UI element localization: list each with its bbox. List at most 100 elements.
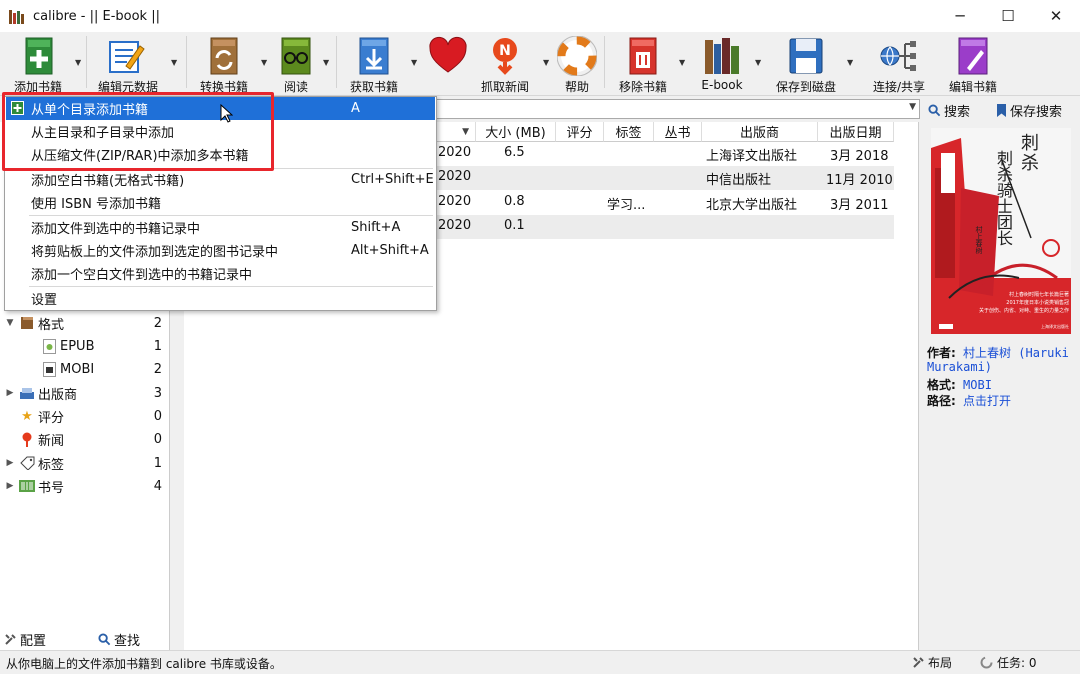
- get-books-icon: [359, 37, 389, 75]
- tag-node-epub[interactable]: EPUB 1: [0, 335, 170, 357]
- menu-item-add-from-subdirs[interactable]: 从主目录和子目录中添加: [6, 120, 435, 143]
- collapsed-caret-icon[interactable]: ▶: [4, 458, 16, 468]
- book-cover-image[interactable]: 刺杀 刺杀骑士团长 村上春树 村上春树时隔七年长篇巨著 2017年度日本小说类销…: [931, 128, 1071, 334]
- column-header-tags[interactable]: 标签: [604, 122, 654, 142]
- search-icon: [98, 632, 111, 645]
- menu-item-add-by-isbn[interactable]: 使用 ISBN 号添加书籍: [6, 191, 435, 214]
- help-button[interactable]: 帮助: [556, 32, 598, 96]
- menu-item-settings[interactable]: 设置: [6, 287, 435, 310]
- cell-pubdate: 3月 2011: [830, 198, 889, 213]
- view-button[interactable]: 阅读: [272, 32, 320, 96]
- cover-blurb-2: 2017年度日本小说类销售冠: [1006, 300, 1069, 306]
- close-button[interactable]: ✕: [1032, 0, 1080, 32]
- library-books-icon: [705, 38, 739, 74]
- fetch-news-button[interactable]: N 抓取新闻: [474, 32, 536, 96]
- fetch-news-icon: N: [493, 38, 517, 75]
- cover-title-text-1: 刺杀: [1021, 133, 1039, 174]
- cell-size: 6.5: [504, 145, 525, 160]
- menu-item-label: 添加文件到选中的书籍记录中: [31, 222, 201, 237]
- menu-item-add-empty-file[interactable]: 添加一个空白文件到选中的书籍记录中: [6, 262, 435, 285]
- view-dropdown[interactable]: ▼: [320, 32, 334, 96]
- remove-books-button[interactable]: 移除书籍: [610, 32, 676, 96]
- jobs-indicator[interactable]: 任务: 0: [980, 654, 1037, 671]
- path-open-link[interactable]: 点击打开: [963, 394, 1011, 408]
- minimize-button[interactable]: ─: [936, 0, 984, 32]
- book-icon: [19, 315, 35, 331]
- collapsed-caret-icon[interactable]: ▶: [4, 481, 16, 491]
- add-book-icon: [11, 101, 24, 115]
- news-pin-icon: [19, 431, 35, 447]
- donate-heart-button[interactable]: [422, 32, 470, 96]
- save-to-disk-label: 保存到磁盘: [775, 80, 836, 94]
- convert-books-button[interactable]: 转换书籍: [190, 32, 258, 96]
- path-label: 路径:: [927, 394, 956, 408]
- view-label: 阅读: [283, 80, 308, 94]
- menu-item-add-from-archive[interactable]: 从压缩文件(ZIP/RAR)中添加多本书籍: [6, 143, 435, 166]
- column-header-series[interactable]: 丛书: [654, 122, 702, 142]
- save-to-disk-button[interactable]: 保存到磁盘: [768, 32, 844, 96]
- heart-icon: [429, 36, 467, 73]
- expanded-caret-icon[interactable]: ▼: [4, 318, 16, 328]
- search-button[interactable]: 搜索: [928, 101, 970, 120]
- tag-node-rating[interactable]: ★ 评分 0: [0, 405, 170, 427]
- edit-book-label: 编辑书籍: [948, 80, 997, 94]
- tag-node-identifiers[interactable]: ▶ 书号 4: [0, 475, 170, 497]
- author-link[interactable]: 村上春树 (Haruki: [963, 346, 1069, 360]
- collapsed-caret-icon[interactable]: ▶: [4, 388, 16, 398]
- status-message: 从你电脑上的文件添加书籍到 calibre 书库或设备。: [6, 657, 282, 671]
- edit-metadata-button[interactable]: 编辑元数据: [88, 32, 168, 96]
- column-header-publisher[interactable]: 出版商: [702, 122, 818, 142]
- maximize-button[interactable]: ☐: [984, 0, 1032, 32]
- search-input[interactable]: ▼: [436, 99, 920, 119]
- layout-button[interactable]: 布局: [912, 654, 952, 671]
- menu-item-label: 将剪贴板上的文件添加到选定的图书记录中: [31, 245, 279, 260]
- column-header-label: 丛书: [664, 126, 691, 141]
- tag-label: 书号: [38, 480, 65, 496]
- find-button[interactable]: 查找: [98, 630, 140, 649]
- format-link[interactable]: MOBI: [963, 378, 992, 392]
- cell-pubdate: 11月 2010: [826, 173, 893, 188]
- menu-item-label: 添加空白书籍(无格式书籍): [31, 174, 185, 189]
- tag-node-tags[interactable]: ▶ 标签 1: [0, 452, 170, 474]
- library-button[interactable]: E-book: [692, 32, 752, 96]
- menu-item-label: 从压缩文件(ZIP/RAR)中添加多本书籍: [31, 149, 249, 164]
- add-books-dropdown[interactable]: ▼: [72, 32, 86, 96]
- tag-node-formats[interactable]: ▼ 格式 2: [0, 312, 170, 334]
- tag-count: 1: [153, 455, 162, 471]
- column-header-size[interactable]: 大小 (MB): [476, 122, 556, 142]
- author-link-continued[interactable]: Murakami): [927, 360, 992, 374]
- tag-node-publisher[interactable]: ▶ 出版商 3: [0, 382, 170, 404]
- tag-node-mobi[interactable]: MOBI 2: [0, 358, 170, 380]
- saved-search-button[interactable]: 保存搜索: [996, 101, 1062, 120]
- edit-book-button[interactable]: 编辑书籍: [940, 32, 1006, 96]
- add-books-button[interactable]: 添加书籍: [4, 32, 72, 96]
- fetch-news-label: 抓取新闻: [480, 80, 529, 94]
- cover-title: 刺杀骑士团长: [994, 150, 1013, 246]
- tag-node-news[interactable]: 新闻 0: [0, 428, 170, 450]
- save-to-disk-dropdown[interactable]: ▼: [844, 32, 858, 96]
- connect-share-button[interactable]: 连接/共享: [864, 32, 934, 96]
- column-header-label: 评分: [566, 126, 593, 141]
- menu-item-label: 设置: [31, 293, 58, 308]
- column-header-rating[interactable]: 评分: [556, 122, 604, 142]
- menu-item-add-empty-book[interactable]: 添加空白书籍(无格式书籍) Ctrl+Shift+E: [6, 168, 435, 191]
- calibre-app-icon: [9, 8, 25, 24]
- convert-books-dropdown[interactable]: ▼: [258, 32, 272, 96]
- details-author-row: 作者: 村上春树 (Haruki: [927, 344, 1069, 361]
- menu-item-add-clipboard-files[interactable]: 将剪贴板上的文件添加到选定的图书记录中 Alt+Shift+A: [6, 239, 435, 262]
- edit-metadata-icon: [109, 41, 145, 73]
- column-header-pubdate[interactable]: 出版日期: [818, 122, 894, 142]
- tag-label: 出版商: [38, 387, 78, 403]
- fetch-news-dropdown[interactable]: ▼: [540, 32, 554, 96]
- column-header-label: 大小 (MB): [485, 126, 546, 141]
- get-books-dropdown[interactable]: ▼: [408, 32, 422, 96]
- menu-item-add-files-to-selected[interactable]: 添加文件到选中的书籍记录中 Shift+A: [6, 216, 435, 239]
- configure-button[interactable]: 配置: [4, 630, 46, 649]
- edit-metadata-dropdown[interactable]: ▼: [168, 32, 182, 96]
- get-books-button[interactable]: 获取书籍: [340, 32, 408, 96]
- library-dropdown[interactable]: ▼: [752, 32, 766, 96]
- tag-count: 0: [153, 408, 162, 424]
- remove-books-dropdown[interactable]: ▼: [676, 32, 690, 96]
- status-bar: 从你电脑上的文件添加书籍到 calibre 书库或设备。 布局 任务: 0: [0, 650, 1080, 674]
- chevron-down-icon[interactable]: ▼: [909, 102, 916, 112]
